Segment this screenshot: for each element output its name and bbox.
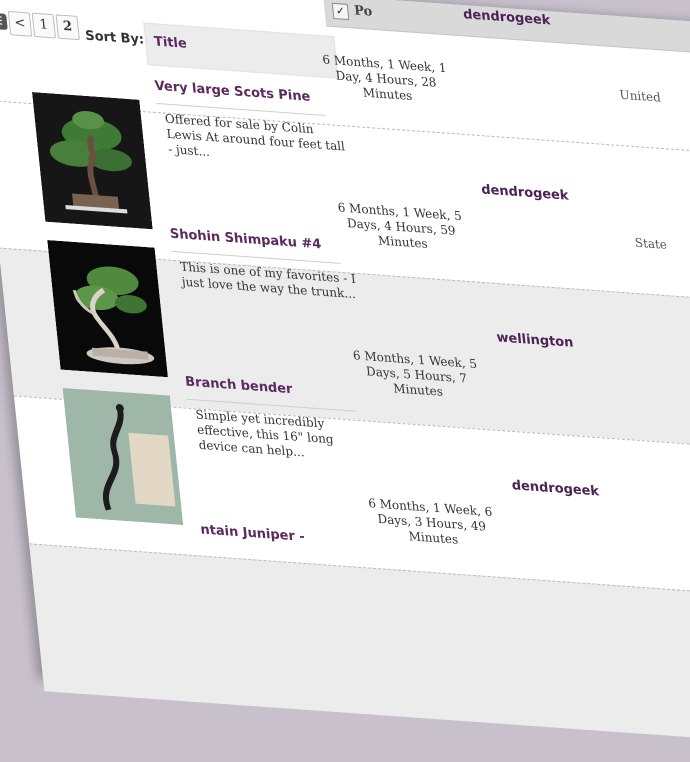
select-all-checkbox[interactable]: ✓ — [331, 2, 350, 21]
listing-time: 6 Months, 1 Week, 1 Day, 4 Hours, 28 Min… — [321, 52, 448, 104]
sort-value[interactable]: Title — [153, 34, 187, 52]
sort-select[interactable]: Title — [143, 22, 339, 79]
listing-page-perspective: ✓ Po ☰ < 1 2 Sort By: Title dendrogeek V… — [0, 0, 690, 762]
listing-thumbnail[interactable] — [31, 92, 153, 230]
listing-table: Very large Scots Pine Offered for sale b… — [0, 52, 690, 762]
sort-label: Sort By: — [84, 28, 145, 48]
listing-description: Offered for sale by Colin Lewis At aroun… — [164, 111, 346, 160]
listing-time: 6 Months, 1 Week, 5 Days, 4 Hours, 59 Mi… — [337, 200, 463, 251]
listing-page: ✓ Po ☰ < 1 2 Sort By: Title dendrogeek V… — [0, 0, 690, 762]
column-header-post[interactable]: Po — [354, 3, 374, 19]
listing-time: 6 Months, 1 Week, 5 Days, 5 Hours, 7 Min… — [352, 348, 478, 399]
listing-thumbnail[interactable] — [62, 387, 184, 526]
listing-title[interactable]: Very large Scots Pine — [154, 79, 325, 106]
listing-time: 6 Months, 1 Week, 6 Days, 3 Hours, 49 Mi… — [367, 496, 493, 547]
listing-location: United — [618, 87, 662, 105]
listing-thumbnail[interactable] — [47, 239, 169, 378]
listing-location: State — [634, 235, 668, 252]
